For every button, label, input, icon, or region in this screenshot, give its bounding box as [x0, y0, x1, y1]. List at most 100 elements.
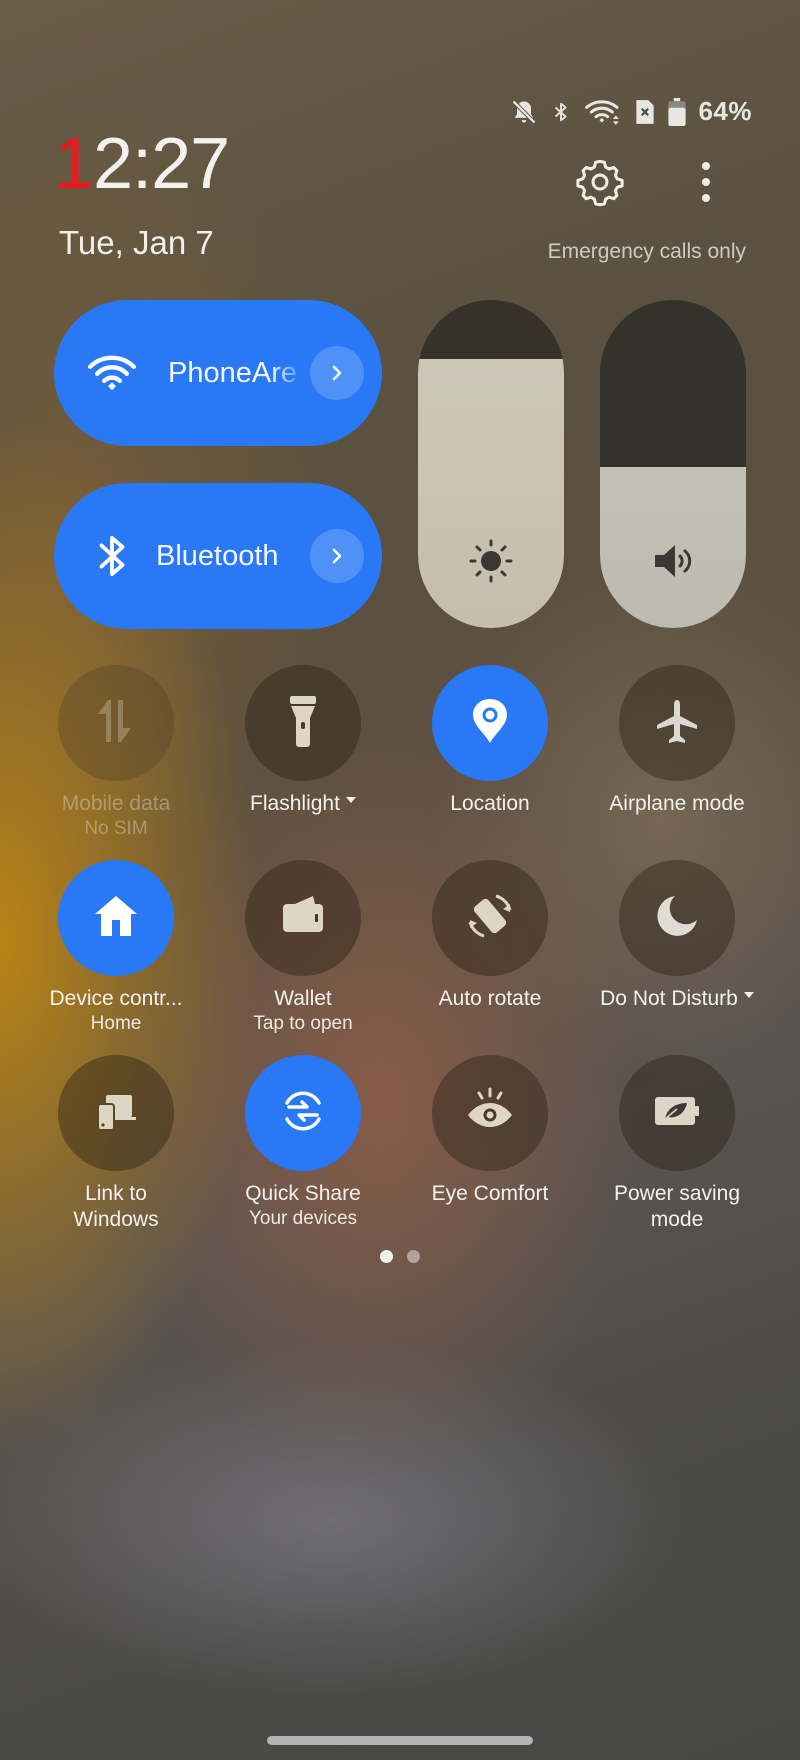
chevron-right-icon — [332, 548, 342, 564]
tile-label-text: Eye Comfort — [431, 1182, 549, 1205]
tile-label: Quick Share — [209, 1181, 397, 1207]
wifi-icon — [584, 98, 622, 126]
dropdown-caret-icon[interactable] — [345, 797, 356, 804]
auto-rotate-icon — [464, 890, 516, 947]
settings-button[interactable] — [574, 156, 626, 208]
tile-moon[interactable]: Do Not Disturb — [583, 860, 771, 1012]
clock-time: 2:27 — [93, 124, 230, 204]
tile-label: Mobile data — [22, 791, 210, 817]
home-gesture-bar[interactable] — [267, 1736, 533, 1745]
auto-rotate-toggle[interactable] — [432, 860, 548, 976]
battery-icon — [668, 97, 687, 126]
network-status: Emergency calls only — [547, 240, 746, 263]
tile-label-text: Auto rotate — [438, 987, 542, 1010]
gear-icon — [574, 159, 626, 212]
tile-label: Power saving — [583, 1181, 771, 1207]
battery-percent: 64% — [698, 96, 752, 126]
flashlight-toggle[interactable] — [245, 665, 361, 781]
power-saving-icon — [651, 1085, 703, 1142]
tile-mobile-data[interactable]: Mobile data No SIM — [22, 665, 210, 841]
home-icon — [92, 892, 140, 945]
page-indicator — [380, 1250, 420, 1263]
tile-home[interactable]: Device contr... Home — [22, 860, 210, 1036]
more-options-button[interactable] — [690, 158, 722, 206]
location-pin-icon — [470, 697, 510, 750]
page-dot-1[interactable] — [380, 1250, 393, 1263]
tile-power-saving[interactable]: Power saving mode — [583, 1055, 771, 1233]
tile-sublabel: No SIM — [84, 818, 148, 839]
clock-first-digit: 1 — [54, 124, 94, 204]
flashlight-icon — [288, 694, 318, 753]
eye-comfort-icon — [464, 1085, 516, 1142]
bluetooth-icon — [550, 98, 572, 126]
tile-sublabel: Your devices — [248, 1208, 358, 1229]
tile-sublabel: Tap to open — [253, 1013, 353, 1034]
status-bar: 64% — [510, 96, 752, 127]
eye-comfort-toggle[interactable] — [432, 1055, 548, 1171]
tile-link-to-windows[interactable]: Link to Windows — [22, 1055, 210, 1233]
tile-label-text: Flashlight — [250, 792, 340, 815]
notifications-muted-icon — [510, 98, 538, 126]
tile-auto-rotate[interactable]: Auto rotate — [396, 860, 584, 1012]
tile-label-text: Link to — [85, 1182, 147, 1205]
wifi-details-button[interactable] — [310, 346, 364, 400]
wifi-network-name: PhoneAre — [168, 356, 297, 389]
tile-label-text: Wallet — [274, 987, 332, 1010]
tile-label-text: Power saving — [613, 1182, 741, 1205]
tile-quick-share[interactable]: Quick Share Your devices — [209, 1055, 397, 1231]
tile-label-text: Location — [450, 792, 530, 815]
power-saving-toggle[interactable] — [619, 1055, 735, 1171]
moon-icon — [653, 892, 701, 945]
tile-label: Airplane mode — [583, 791, 771, 817]
link-to-windows-icon — [92, 1087, 140, 1140]
wallet-toggle[interactable] — [245, 860, 361, 976]
tile-eye-comfort[interactable]: Eye Comfort — [396, 1055, 584, 1207]
tile-label: Auto rotate — [396, 986, 584, 1012]
tile-location-pin[interactable]: Location — [396, 665, 584, 817]
tile-label-text: Quick Share — [245, 1182, 361, 1205]
mobile-data-icon — [94, 696, 138, 751]
brightness-slider[interactable] — [418, 300, 564, 628]
tile-label-text: Do Not Disturb — [600, 987, 738, 1010]
clock[interactable]: 12:27 — [54, 124, 230, 204]
tile-label: Link to — [22, 1181, 210, 1207]
tile-label: Device contr... — [22, 986, 210, 1012]
tile-label: Location — [396, 791, 584, 817]
bluetooth-details-button[interactable] — [310, 529, 364, 583]
tile-airplane[interactable]: Airplane mode — [583, 665, 771, 817]
moon-toggle[interactable] — [619, 860, 735, 976]
chevron-right-icon — [332, 365, 342, 381]
speaker-icon — [649, 537, 697, 590]
wallet-icon — [279, 892, 327, 945]
page-dot-2[interactable] — [407, 1250, 420, 1263]
location-pin-toggle[interactable] — [432, 665, 548, 781]
mobile-data-toggle[interactable] — [58, 665, 174, 781]
airplane-icon — [653, 697, 701, 750]
bluetooth-tile[interactable]: Bluetooth — [54, 483, 382, 629]
airplane-toggle[interactable] — [619, 665, 735, 781]
dropdown-caret-icon[interactable] — [743, 992, 754, 999]
tile-flashlight[interactable]: Flashlight — [209, 665, 397, 817]
tile-label: Do Not Disturb — [583, 986, 771, 1012]
tile-label-line2: Windows — [73, 1208, 159, 1231]
tile-label: Wallet — [209, 986, 397, 1012]
quick-share-icon — [277, 1085, 329, 1142]
tile-label-text: Mobile data — [61, 792, 171, 815]
sun-icon — [467, 537, 515, 590]
link-to-windows-toggle[interactable] — [58, 1055, 174, 1171]
tile-label-text: Airplane mode — [609, 792, 745, 815]
tile-label-text: Device contr... — [49, 987, 183, 1010]
more-vertical-icon — [690, 162, 722, 210]
tile-label: Eye Comfort — [396, 1181, 584, 1207]
wifi-tile[interactable]: PhoneAre — [54, 300, 382, 446]
quick-share-toggle[interactable] — [245, 1055, 361, 1171]
tile-wallet[interactable]: Wallet Tap to open — [209, 860, 397, 1036]
bluetooth-label: Bluetooth — [156, 539, 279, 572]
bluetooth-icon — [84, 528, 140, 584]
tile-label-line2: mode — [650, 1208, 704, 1231]
tile-label: Flashlight — [209, 791, 397, 817]
home-toggle[interactable] — [58, 860, 174, 976]
volume-slider[interactable] — [600, 300, 746, 628]
no-sim-icon — [634, 98, 656, 126]
date[interactable]: Tue, Jan 7 — [59, 224, 214, 262]
